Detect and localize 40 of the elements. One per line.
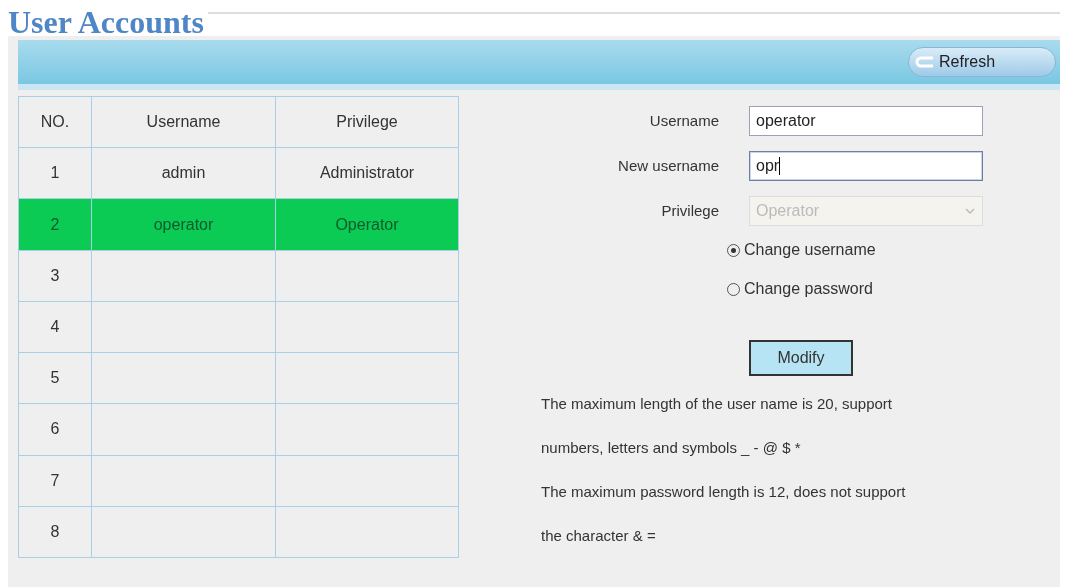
column-header: Privilege	[275, 96, 459, 148]
column-header: NO.	[18, 96, 92, 148]
modify-button[interactable]: Modify	[749, 340, 853, 376]
table-cell[interactable]: operator	[91, 198, 276, 251]
table-cell[interactable]: 5	[18, 352, 92, 404]
table-cell[interactable]: 4	[18, 301, 92, 353]
table-cell[interactable]: 7	[18, 455, 92, 507]
input-field[interactable]: opr	[749, 150, 983, 181]
info-text: The maximum password length is 12, does not support the character & =	[541, 482, 907, 546]
table-cell[interactable]: 6	[18, 403, 92, 456]
field-label: Username	[648, 112, 720, 129]
page-title: User Accounts	[8, 4, 204, 40]
table-cell[interactable]	[275, 250, 459, 302]
table-cell[interactable]	[275, 352, 459, 404]
input-field[interactable]: operator	[749, 105, 983, 136]
info-text: The maximum length of the user name is 20, support numbers, letters and symbols _ - @ $ *	[541, 394, 893, 458]
table-cell[interactable]	[91, 352, 276, 404]
table-cell[interactable]	[91, 506, 276, 558]
table-cell[interactable]	[275, 403, 459, 456]
refresh-button[interactable]: Refresh	[908, 47, 1056, 77]
field-label: New username	[617, 157, 720, 174]
table-cell[interactable]	[91, 250, 276, 302]
radio-option[interactable]: Change password	[727, 280, 1053, 298]
table-cell[interactable]: 3	[18, 250, 92, 302]
chevron-down-icon	[964, 206, 976, 215]
table-cell[interactable]	[275, 506, 459, 558]
table-cell[interactable]: 2	[18, 198, 92, 251]
table-cell[interactable]: 8	[18, 506, 92, 558]
table-cell[interactable]: admin	[91, 147, 276, 199]
table-cell[interactable]	[91, 301, 276, 353]
table-cell[interactable]: Administrator	[275, 147, 459, 199]
table-cell[interactable]: Operator	[275, 198, 459, 251]
table-cell[interactable]	[275, 301, 459, 353]
table-cell[interactable]	[91, 455, 276, 507]
column-header: Username	[91, 96, 276, 148]
table-cell[interactable]	[275, 455, 459, 507]
table-cell[interactable]: 1	[18, 147, 92, 199]
table-cell[interactable]	[91, 403, 276, 456]
radio-option[interactable]: Change username	[727, 241, 1053, 259]
field-label: Privilege	[660, 202, 720, 219]
